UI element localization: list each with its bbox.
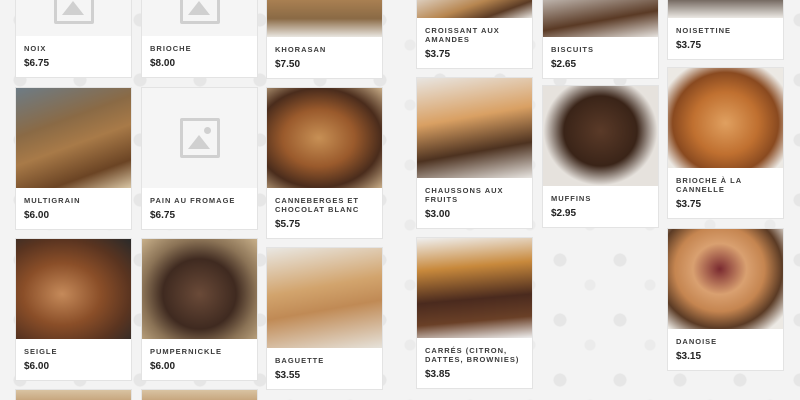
product-card-canneberges[interactable]: CANNEBERGES ET CHOCOLAT BLANC $5.75 xyxy=(266,87,383,239)
product-card-carres[interactable]: CARRÉS (CITRON, DATTES, BROWNIES) $3.85 xyxy=(416,237,533,389)
product-price: $2.95 xyxy=(551,208,577,219)
product-card-seigle[interactable]: SEIGLE $6.00 xyxy=(15,238,132,381)
product-name[interactable]: BRIOCHE xyxy=(142,36,257,53)
product-name[interactable]: BRIOCHE À LA CANNELLE xyxy=(668,168,783,194)
product-card-muffins[interactable]: MUFFINS $2.95 xyxy=(542,85,659,228)
product-card-noix[interactable]: NOIX $6.75 xyxy=(15,0,132,78)
product-card-baguette[interactable]: BAGUETTE $3.55 xyxy=(266,247,383,390)
product-name[interactable]: PAIN AU FROMAGE xyxy=(142,188,257,205)
product-name[interactable]: NOIX xyxy=(16,36,131,53)
product-name[interactable]: BAGUETTE xyxy=(267,348,382,365)
image-placeholder-icon xyxy=(53,0,94,24)
product-card-brioche-a-la-cannelle[interactable]: BRIOCHE À LA CANNELLE $3.75 xyxy=(667,67,784,219)
product-card-biscuits[interactable]: BISCUITS $2.65 xyxy=(542,0,659,79)
product-price: $3.85 xyxy=(425,369,451,380)
product-price: $5.75 xyxy=(275,219,301,230)
product-price: $3.75 xyxy=(425,49,451,60)
product-image[interactable] xyxy=(16,239,131,339)
product-price: $6.00 xyxy=(24,361,50,372)
product-name[interactable]: MULTIGRAIN xyxy=(16,188,131,205)
product-name[interactable]: CANNEBERGES ET CHOCOLAT BLANC xyxy=(267,188,382,214)
product-card-chaussons-aux-fruits[interactable]: CHAUSSONS AUX FRUITS $3.00 xyxy=(416,77,533,229)
product-name[interactable]: DANOISE xyxy=(668,329,783,346)
product-name[interactable]: CHAUSSONS AUX FRUITS xyxy=(417,178,532,204)
product-card-noisettine[interactable]: NOISETTINE $3.75 xyxy=(667,0,784,60)
product-image[interactable] xyxy=(267,88,382,188)
product-image-placeholder[interactable] xyxy=(16,0,131,36)
product-image[interactable] xyxy=(142,239,257,339)
product-price: $6.75 xyxy=(24,58,50,69)
product-name[interactable]: CROISSANT AUX AMANDES xyxy=(417,18,532,44)
product-image[interactable] xyxy=(267,248,382,348)
product-image[interactable] xyxy=(417,78,532,178)
product-name[interactable]: PUMPERNICKLE xyxy=(142,339,257,356)
image-placeholder-icon xyxy=(179,0,220,24)
product-price: $3.15 xyxy=(676,351,702,362)
product-price: $8.00 xyxy=(150,58,176,69)
product-image[interactable] xyxy=(668,229,783,329)
product-name[interactable]: MUFFINS xyxy=(543,186,658,203)
product-image[interactable] xyxy=(417,0,532,18)
product-image[interactable] xyxy=(417,238,532,338)
product-card-pumpernickle[interactable]: PUMPERNICKLE $6.00 xyxy=(141,238,258,381)
product-price: $3.55 xyxy=(275,370,301,381)
product-price: $7.50 xyxy=(275,59,301,70)
product-price: $6.00 xyxy=(150,361,176,372)
product-image-placeholder[interactable] xyxy=(142,88,257,188)
product-card-partial[interactable] xyxy=(15,389,132,400)
product-card-brioche[interactable]: BRIOCHE $8.00 xyxy=(141,0,258,78)
product-image[interactable] xyxy=(142,390,257,400)
product-name[interactable]: CARRÉS (CITRON, DATTES, BROWNIES) xyxy=(417,338,532,364)
product-card-partial[interactable] xyxy=(141,389,258,400)
product-card-khorasan[interactable]: KHORASAN $7.50 xyxy=(266,0,383,79)
product-image[interactable] xyxy=(267,0,382,37)
product-name[interactable]: SEIGLE xyxy=(16,339,131,356)
product-price: $2.65 xyxy=(551,59,577,70)
image-placeholder-icon xyxy=(179,118,220,158)
product-price: $3.00 xyxy=(425,209,451,220)
product-image[interactable] xyxy=(668,68,783,168)
product-image[interactable] xyxy=(16,88,131,188)
product-price: $3.75 xyxy=(676,199,702,210)
product-card-multigrain[interactable]: MULTIGRAIN $6.00 xyxy=(15,87,132,230)
product-image-placeholder[interactable] xyxy=(142,0,257,36)
product-card-pain-au-fromage[interactable]: PAIN AU FROMAGE $6.75 xyxy=(141,87,258,230)
product-name[interactable]: NOISETTINE xyxy=(668,18,783,35)
product-price: $6.00 xyxy=(24,210,50,221)
product-name[interactable]: BISCUITS xyxy=(543,37,658,54)
product-image[interactable] xyxy=(668,0,783,18)
product-image[interactable] xyxy=(543,86,658,186)
product-image[interactable] xyxy=(16,390,131,400)
product-image[interactable] xyxy=(543,0,658,37)
product-card-croissant-aux-amandes[interactable]: CROISSANT AUX AMANDES $3.75 xyxy=(416,0,533,69)
product-name[interactable]: KHORASAN xyxy=(267,37,382,54)
product-price: $6.75 xyxy=(150,210,176,221)
product-card-danoise[interactable]: DANOISE $3.15 xyxy=(667,228,784,371)
product-price: $3.75 xyxy=(676,40,702,51)
